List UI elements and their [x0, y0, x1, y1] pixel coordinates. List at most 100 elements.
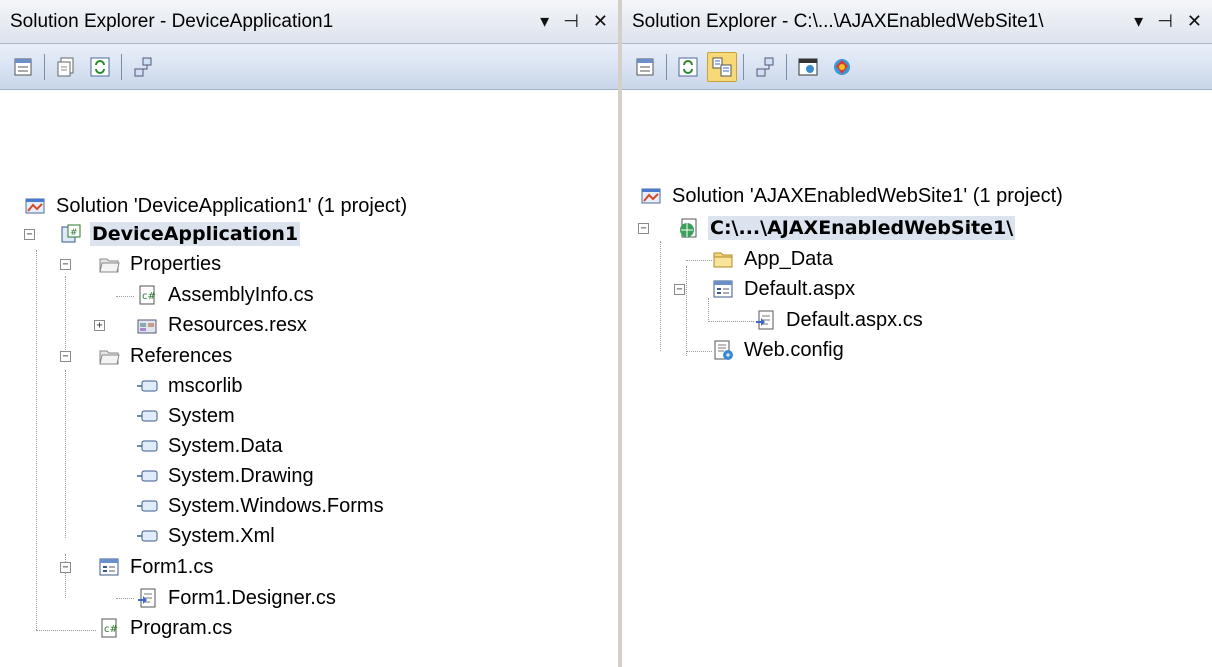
- tree-line: [686, 260, 712, 261]
- tree-node-solution[interactable]: Solution 'AJAXEnabledWebSite1' (1 projec…: [640, 181, 1065, 211]
- collapse-toggle[interactable]: −: [638, 223, 649, 234]
- tree-line: [686, 266, 687, 356]
- reference-icon: [137, 410, 158, 422]
- collapse-toggle[interactable]: −: [24, 229, 35, 240]
- tree-line: [36, 630, 96, 631]
- tree-line: [708, 321, 754, 322]
- tree-line: [65, 276, 66, 360]
- class-diagram-button[interactable]: [128, 52, 158, 82]
- properties-icon: [636, 58, 654, 75]
- tree-node-reference[interactable]: System: [136, 401, 237, 431]
- node-label: mscorlib: [168, 375, 243, 397]
- asp-net-configuration-button[interactable]: [827, 52, 857, 82]
- csharp-device-project-icon: #: [61, 224, 81, 243]
- close-button[interactable]: ✕: [593, 11, 608, 32]
- title-bar: Solution Explorer - DeviceApplication1 ▾…: [0, 0, 618, 44]
- node-label: Resources.resx: [168, 314, 307, 336]
- node-label: Program.cs: [130, 617, 233, 639]
- window-title: Solution Explorer - C:\...\AJAXEnabledWe…: [632, 10, 1044, 32]
- tree-node-project[interactable]: # DeviceApplication1: [60, 219, 301, 249]
- node-label: Default.aspx.cs: [786, 309, 923, 331]
- expand-toggle[interactable]: +: [94, 320, 105, 331]
- svg-text:c#: c#: [142, 291, 156, 302]
- window-position-dropdown[interactable]: ▾: [1134, 11, 1143, 32]
- tree-node-reference[interactable]: mscorlib: [136, 371, 244, 401]
- folder-open-icon: [99, 350, 120, 365]
- asp-net-configuration-icon: [834, 58, 850, 75]
- tree-line: [686, 351, 712, 352]
- tree-node-solution[interactable]: Solution 'DeviceApplication1' (1 project…: [24, 191, 409, 221]
- nest-related-files-button[interactable]: [707, 51, 737, 82]
- node-label: Default.aspx: [744, 278, 856, 300]
- tree-node-app-data[interactable]: App_Data: [712, 244, 835, 274]
- toolbar: [622, 44, 1212, 90]
- class-diagram-icon: [134, 57, 152, 76]
- web-project-icon: [680, 218, 697, 238]
- tree-node-reference[interactable]: System.Windows.Forms: [136, 491, 386, 521]
- tree-node-form1-designer[interactable]: Form1.Designer.cs: [136, 583, 338, 613]
- code-file-icon: [138, 588, 156, 608]
- tree-node-reference[interactable]: System.Drawing: [136, 461, 316, 491]
- tree-node-web-config[interactable]: Web.config: [712, 335, 846, 365]
- solution-explorer-left: Solution Explorer - DeviceApplication1 ▾…: [0, 0, 618, 667]
- collapse-toggle[interactable]: −: [60, 351, 71, 362]
- toolbar-separator: [666, 53, 667, 80]
- class-diagram-button[interactable]: [750, 52, 780, 82]
- tree-node-form1[interactable]: Form1.cs: [98, 552, 215, 582]
- node-label: System.Xml: [168, 525, 275, 547]
- web-form-icon: [713, 280, 733, 298]
- tree-node-assemblyinfo[interactable]: c# AssemblyInfo.cs: [136, 280, 316, 310]
- window-position-dropdown[interactable]: ▾: [540, 11, 549, 32]
- tree-node-program[interactable]: c# Program.cs: [98, 613, 234, 643]
- toolbar-separator: [44, 53, 45, 80]
- collapse-toggle[interactable]: −: [60, 259, 71, 270]
- node-label: Form1.Designer.cs: [168, 587, 336, 609]
- node-label: System.Windows.Forms: [168, 495, 384, 517]
- refresh-icon: [90, 57, 110, 76]
- view-in-browser-button[interactable]: [793, 52, 823, 82]
- node-label: C:\...\AJAXEnabledWebSite1\: [708, 216, 1016, 240]
- tree-node-references[interactable]: References: [98, 341, 234, 371]
- show-all-files-button[interactable]: [51, 52, 81, 82]
- node-label: AssemblyInfo.cs: [168, 284, 314, 306]
- class-diagram-icon: [756, 57, 774, 76]
- tree-node-reference[interactable]: System.Xml: [136, 521, 277, 551]
- node-label: DeviceApplication1: [90, 222, 301, 246]
- tree-node-resources[interactable]: Resources.resx: [136, 310, 309, 340]
- reference-icon: [137, 440, 158, 452]
- show-all-files-icon: [57, 57, 74, 76]
- node-label: References: [130, 345, 233, 367]
- close-button[interactable]: ✕: [1187, 11, 1202, 32]
- tree-line: [660, 241, 661, 351]
- toolbar-separator: [743, 53, 744, 80]
- tree-node-default-aspx-cs[interactable]: Default.aspx.cs: [754, 305, 925, 335]
- refresh-button[interactable]: [85, 52, 115, 82]
- tree-line: [36, 250, 37, 630]
- auto-hide-pin-button[interactable]: ⊣: [1157, 11, 1173, 32]
- collapse-toggle[interactable]: −: [674, 284, 685, 295]
- tree-node-properties[interactable]: Properties: [98, 249, 223, 279]
- csharp-file-icon: c#: [139, 285, 156, 305]
- tree-node-reference[interactable]: System.Data: [136, 431, 284, 461]
- auto-hide-pin-button[interactable]: ⊣: [563, 11, 579, 32]
- tree-line: [116, 296, 134, 297]
- node-label: Solution 'DeviceApplication1' (1 project…: [56, 195, 408, 217]
- collapse-toggle[interactable]: −: [60, 562, 71, 573]
- properties-icon: [14, 58, 32, 75]
- tree-node-website[interactable]: C:\...\AJAXEnabledWebSite1\: [678, 213, 1016, 243]
- resource-file-icon: [137, 319, 157, 334]
- solution-icon: [641, 188, 661, 204]
- reference-icon: [137, 500, 158, 512]
- folder-icon: [713, 252, 733, 268]
- tree-line: [116, 598, 134, 599]
- properties-button[interactable]: [630, 52, 660, 82]
- toolbar-separator: [786, 53, 787, 80]
- node-label: System: [168, 405, 235, 427]
- reference-icon: [137, 530, 158, 542]
- properties-button[interactable]: [8, 52, 38, 82]
- tree-node-default-aspx[interactable]: Default.aspx: [712, 274, 857, 304]
- config-file-icon: [714, 340, 733, 360]
- code-file-icon: [756, 310, 774, 330]
- solution-explorer-right: Solution Explorer - C:\...\AJAXEnabledWe…: [622, 0, 1212, 667]
- refresh-button[interactable]: [673, 52, 703, 82]
